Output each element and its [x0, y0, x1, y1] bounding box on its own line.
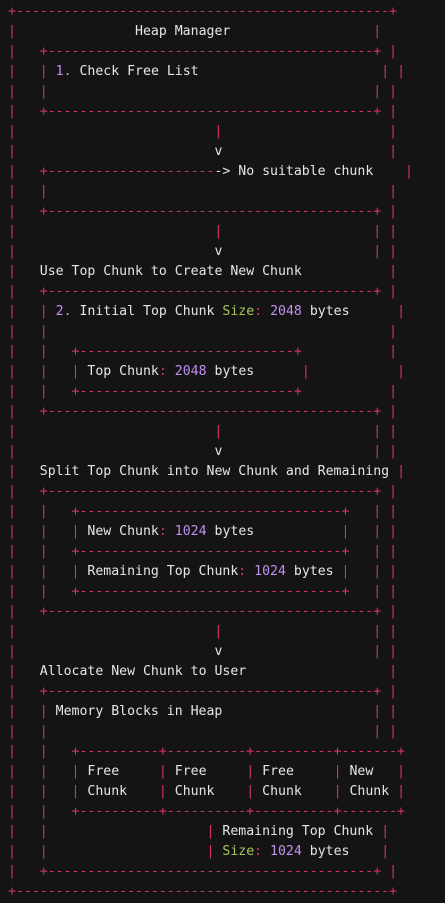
box5-empty-row: | | | | — [8, 724, 398, 739]
memory-title-row: | | Memory Blocks in Heap | | — [8, 704, 398, 719]
top-chunk-value: 2048 — [174, 364, 207, 379]
arrow-down-icon: v — [214, 644, 223, 659]
arrow-down-icon: v — [214, 444, 223, 459]
blocks-bottom-border: | | +----------+----------+----------+--… — [8, 804, 405, 819]
step-check-free-list: | | 1. Check Free List | | — [8, 64, 406, 79]
arrow-down-icon: v — [214, 244, 223, 259]
step-use-top-chunk: | Use Top Chunk to Create New Chunk | — [8, 264, 398, 279]
connector-1-line: | | | — [8, 124, 398, 139]
outer-top-border: +---------------------------------------… — [8, 4, 398, 19]
blocks-row-2: | | | Chunk | Chunk | Chunk | Chunk | — [8, 784, 406, 799]
connector-2-arrow: | v | | — [8, 244, 398, 259]
remaining-size-value: 1024 — [270, 844, 302, 859]
blocks-top-border: | | +----------+----------+----------+--… — [8, 744, 405, 759]
outer-bottom-border: +---------------------------------------… — [8, 884, 398, 899]
branch-empty-row: | | | — [8, 184, 398, 199]
block-3-line1: Free — [262, 764, 294, 779]
step-allocate: | Allocate New Chunk to User | — [8, 664, 398, 679]
connector-4-arrow: | v | | — [8, 644, 398, 659]
heap-manager-diagram: +---------------------------------------… — [0, 0, 445, 903]
step-label-split: Split Top Chunk into New Chunk and Remai… — [39, 464, 390, 479]
top-chunk-box: | | | Top Chunk: 2048 bytes | | — [8, 364, 406, 379]
page-title: Heap Manager — [135, 24, 231, 39]
box3-bottom-border: | +-------------------------------------… — [8, 404, 398, 419]
arrow-down-icon: v — [214, 144, 223, 159]
block-3-line2: Chunk — [262, 784, 302, 799]
arrow-right-icon: -> — [214, 164, 231, 179]
connector-3-line: | | | | — [8, 424, 398, 439]
new-chunk-label: New Chunk — [87, 524, 159, 539]
remaining-size-row: | | | Size: 1024 bytes | — [8, 844, 390, 859]
step-index-1: 1. — [55, 64, 72, 79]
step-index-2: 2. — [55, 304, 72, 319]
top-chunk-box-bottom: | | +---------------------------+ | — [8, 384, 398, 399]
box3-top-border: | +-------------------------------------… — [8, 284, 398, 299]
remaining-chunk-unit: bytes — [293, 564, 334, 579]
remaining-chunk-row: | | | Remaining Top Chunk: 1024 bytes | … — [8, 564, 398, 579]
step-label-use-top-chunk: Use Top Chunk to Create New Chunk — [39, 264, 302, 279]
new-chunk-row: | | | New Chunk: 1024 bytes | | | — [8, 524, 398, 539]
remaining-chunk-label: Remaining Top Chunk — [87, 564, 239, 579]
box5-bottom-border: | +-------------------------------------… — [8, 864, 398, 879]
remaining-chunk-value: 1024 — [254, 564, 286, 579]
block-4-line2: Chunk — [349, 784, 390, 799]
step-label-check-free-list: Check Free List — [79, 64, 199, 79]
connector-2-line: | | | | — [8, 224, 398, 239]
remaining-size-unit: bytes — [309, 844, 350, 859]
block-2-line2: Chunk — [174, 784, 215, 799]
split-box-top: | | +---------------------------------+ … — [8, 504, 398, 519]
title-row: | Heap Manager | — [8, 24, 382, 39]
block-1-line1: Free — [87, 764, 120, 779]
box4-bottom-border: | +-------------------------------------… — [8, 604, 398, 619]
step-split-top-chunk: | Split Top Chunk into New Chunk and Rem… — [8, 464, 406, 479]
step-label-allocate: Allocate New Chunk to User — [39, 664, 247, 679]
remaining-top-chunk-row: | | | Remaining Top Chunk | — [8, 824, 390, 839]
connector-3-arrow: | v | | — [8, 444, 398, 459]
top-chunk-unit: bytes — [214, 364, 255, 379]
box1-top-border: | +-------------------------------------… — [8, 44, 398, 59]
initial-size-unit: bytes — [309, 304, 350, 319]
connector-4-line: | | | | — [8, 624, 398, 639]
initial-top-chunk-label: Initial Top Chunk — [79, 304, 215, 319]
box4-top-border: | +-------------------------------------… — [8, 484, 398, 499]
top-chunk-label: Top Chunk — [87, 364, 159, 379]
block-4-line1: New — [349, 764, 374, 779]
step-initial-top-chunk: | | 2. Initial Top Chunk Size: 2048 byte… — [8, 304, 406, 319]
box5-top-border: | +-------------------------------------… — [8, 684, 398, 699]
connector-1-arrow: | v | — [8, 144, 398, 159]
size-keyword: Size — [222, 304, 255, 319]
blocks-row-1: | | | Free | Free | Free | New | — [8, 764, 406, 779]
block-1-line2: Chunk — [87, 784, 128, 799]
branch-label-no-suitable-chunk: No suitable chunk — [238, 164, 374, 179]
remaining-top-chunk-label: Remaining Top Chunk — [222, 824, 374, 839]
box3-empty-row: | | | — [8, 324, 398, 339]
box2-separator: | +-------------------------------------… — [8, 204, 398, 219]
split-box-middle: | | +---------------------------------+ … — [8, 544, 398, 559]
memory-blocks-title: Memory Blocks in Heap — [55, 704, 223, 719]
split-box-bottom: | | +---------------------------------+ … — [8, 584, 398, 599]
remaining-size-keyword: Size — [222, 844, 255, 859]
initial-size-value: 2048 — [270, 304, 302, 319]
block-2-line1: Free — [174, 764, 207, 779]
new-chunk-value: 1024 — [174, 524, 207, 539]
branch-row: | +----------------------> No suitable c… — [8, 164, 413, 179]
top-chunk-box-top: | | +---------------------------+ | — [8, 344, 398, 359]
box1-empty-row: | | | | — [8, 84, 398, 99]
box1-bottom-border: | +-------------------------------------… — [8, 104, 398, 119]
new-chunk-unit: bytes — [214, 524, 255, 539]
